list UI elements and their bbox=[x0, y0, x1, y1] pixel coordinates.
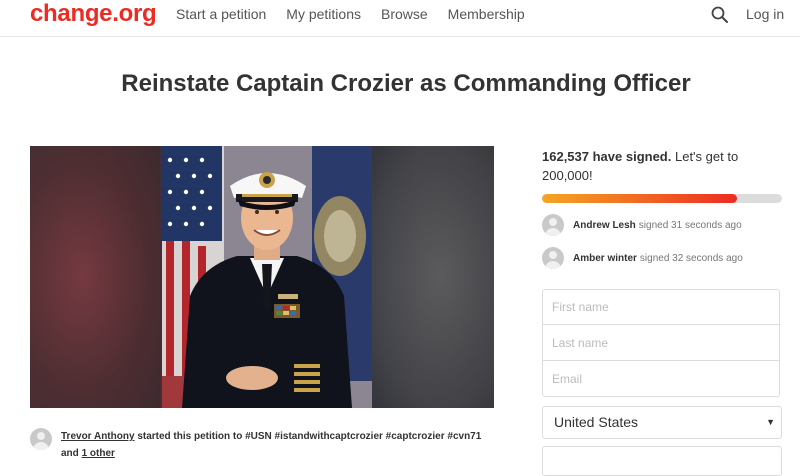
nav-browse[interactable]: Browse bbox=[381, 6, 428, 22]
progress-fill bbox=[542, 194, 738, 203]
country-value: United States bbox=[554, 414, 639, 430]
top-nav-bar: change.org Start a petition My petitions… bbox=[0, 0, 800, 37]
email-input[interactable] bbox=[543, 361, 779, 396]
signer-time: signed 31 seconds ago bbox=[638, 219, 742, 231]
signature-count: 162,537 have signed. Let's get to 200,00… bbox=[542, 147, 782, 185]
starter-and: and bbox=[61, 448, 79, 459]
country-select[interactable]: United States ▼ bbox=[542, 406, 782, 439]
photo-blur-right bbox=[364, 146, 494, 408]
starter-middle: started this petition to bbox=[137, 431, 243, 442]
nav-my-petitions[interactable]: My petitions bbox=[286, 6, 361, 22]
first-name-field[interactable] bbox=[542, 289, 780, 325]
next-form-field[interactable] bbox=[542, 446, 782, 476]
signer-time: signed 32 seconds ago bbox=[639, 252, 743, 264]
officer-portrait bbox=[162, 146, 372, 408]
signature-progress-bar bbox=[542, 194, 782, 203]
email-field[interactable] bbox=[542, 361, 780, 397]
starter-name-link[interactable]: Trevor Anthony bbox=[61, 431, 135, 442]
nav-membership[interactable]: Membership bbox=[448, 6, 525, 22]
last-name-field[interactable] bbox=[542, 325, 780, 361]
starter-text: Trevor Anthony started this petition to … bbox=[61, 428, 481, 462]
petition-starter: Trevor Anthony started this petition to … bbox=[30, 428, 510, 462]
petition-title: Reinstate Captain Crozier as Commanding … bbox=[121, 70, 691, 97]
starter-other-link[interactable]: 1 other bbox=[82, 448, 115, 459]
main-nav: Start a petition My petitions Browse Mem… bbox=[176, 6, 525, 22]
photo-blur-left bbox=[30, 146, 160, 408]
signer-name: Amber winter bbox=[573, 252, 637, 264]
search-icon[interactable] bbox=[710, 5, 730, 25]
petition-photo bbox=[30, 146, 494, 408]
nav-start-petition[interactable]: Start a petition bbox=[176, 6, 266, 22]
chevron-down-icon: ▼ bbox=[766, 417, 775, 427]
recent-signer: Andrew Lesh signed 31 seconds ago bbox=[542, 214, 792, 236]
last-name-input[interactable] bbox=[543, 325, 779, 360]
login-link[interactable]: Log in bbox=[746, 6, 784, 22]
avatar bbox=[542, 247, 564, 269]
avatar bbox=[542, 214, 564, 236]
change-org-logo[interactable]: change.org bbox=[30, 0, 157, 28]
first-name-input[interactable] bbox=[543, 290, 779, 324]
starter-tags: #USN #istandwithcaptcrozier #captcrozier… bbox=[245, 431, 482, 442]
avatar bbox=[30, 428, 52, 450]
signer-name: Andrew Lesh bbox=[573, 219, 636, 231]
recent-signer: Amber winter signed 32 seconds ago bbox=[542, 247, 792, 269]
signed-count: 162,537 have signed. bbox=[542, 149, 672, 164]
